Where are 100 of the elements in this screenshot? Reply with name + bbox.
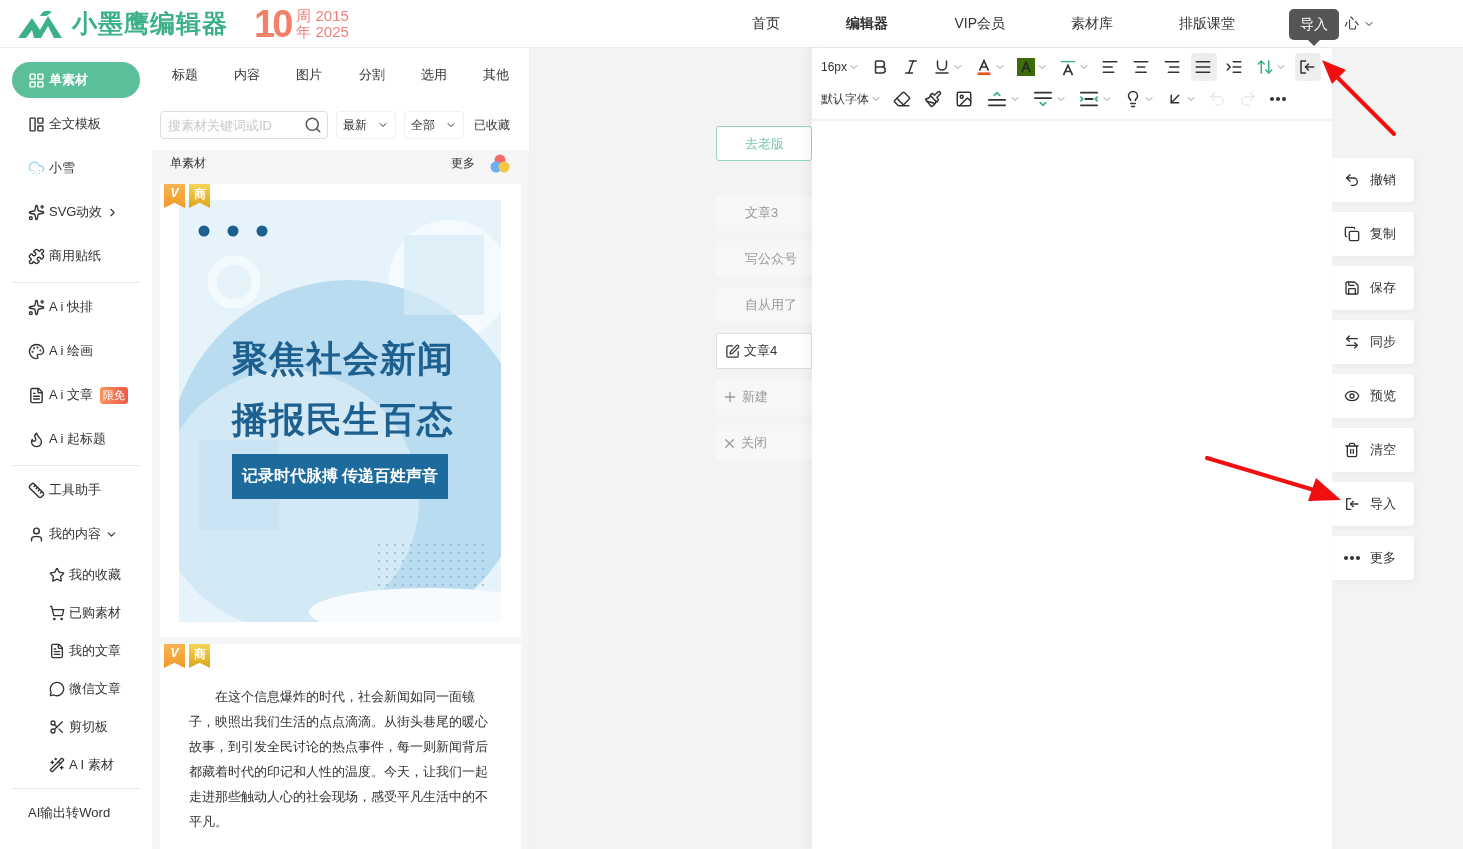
poster-headline: 播报民生百态: [232, 398, 454, 442]
material-card[interactable]: V 商 聚焦社会新闻 播报民生百态 记录时代脉搏 传递百姓声音: [160, 184, 521, 637]
sidebar-subitem[interactable]: A I 素材: [12, 746, 140, 784]
flame-icon: [28, 430, 45, 448]
ruler-icon: [28, 481, 45, 499]
user-icon: [28, 525, 45, 543]
category-tab[interactable]: 图片: [296, 66, 323, 100]
article-paragraph: 在这个信息爆炸的时代，社会新闻如同一面镜子，映照出我们生活的点点滴滴。从街头巷尾的暖心故事，到引发全民讨论的热点事件，每一则新闻背后都藏着时代的印记和人性的温度。今天，让我们一起走进那些触动人心的社会现场，感受平凡生活中的不平凡。: [189, 688, 489, 831]
sidebar-item[interactable]: AI输出转Word: [12, 791, 140, 835]
sparkle-icon: [28, 298, 45, 316]
align-center-icon: [1132, 58, 1151, 76]
import-button[interactable]: [1295, 53, 1322, 81]
poster-banner: 记录时代脉搏 传递百姓声音: [232, 454, 449, 499]
nav-link[interactable]: VIP会员: [954, 14, 1005, 33]
snow-cloud-icon: [28, 159, 45, 177]
font-size-dropdown[interactable]: 16px: [818, 53, 864, 81]
grid-icon: [28, 71, 45, 89]
import-icon: [1344, 496, 1360, 512]
ribbon-badge: 商: [189, 184, 210, 208]
sidebar-subitem[interactable]: 我的收藏: [12, 556, 140, 594]
section-title: 单素材: [170, 155, 207, 172]
favorites-link[interactable]: 已收藏: [474, 116, 510, 134]
indent-icon: [1225, 58, 1244, 76]
letter-spacing-icon: [1059, 58, 1078, 76]
swap-arrows-icon: [1344, 334, 1360, 350]
sidebar-subitem[interactable]: 剪切板: [12, 708, 140, 746]
save-icon: [1344, 280, 1360, 296]
sidebar-item[interactable]: SVG动效: [12, 190, 140, 234]
justify-icon: [1194, 58, 1213, 76]
tooltip-pointer: [1308, 40, 1320, 46]
logo-text: 小墨鹰编辑器: [72, 8, 228, 39]
trash-icon: [1344, 442, 1360, 458]
free-badge: 限免: [100, 386, 129, 404]
category-tab[interactable]: 标题: [172, 66, 198, 100]
sidebar-item[interactable]: A i 绘画: [12, 329, 140, 373]
sidebar-subitem[interactable]: 我的文章: [12, 632, 140, 670]
filter-dropdown[interactable]: 全部: [404, 111, 464, 139]
poster-headline: 聚焦社会新闻: [232, 337, 454, 381]
nav-link[interactable]: 心: [1345, 14, 1375, 33]
side-action-button[interactable]: 预览: [1332, 374, 1414, 418]
sidebar-subitem[interactable]: 已购素材: [12, 594, 140, 632]
category-tab[interactable]: 内容: [234, 66, 261, 100]
more-icon: [1344, 556, 1360, 560]
eraser-icon: [893, 90, 911, 108]
wand-icon: [49, 757, 65, 773]
side-action-button[interactable]: 复制: [1332, 212, 1414, 256]
sidebar-item[interactable]: 商用贴纸: [12, 234, 140, 278]
sidebar-item[interactable]: A i 快排: [12, 285, 140, 329]
justify-button[interactable]: [1191, 53, 1218, 81]
side-spacing-icon: [1078, 90, 1100, 108]
filter-dropdown[interactable]: 最新: [336, 111, 396, 139]
puzzle-icon: [28, 247, 45, 265]
align-right-icon: [1163, 58, 1182, 76]
side-action-button[interactable]: 撤销: [1332, 158, 1414, 202]
ribbon-badge: V: [164, 184, 185, 208]
edit-icon: [725, 343, 740, 359]
sidebar-item[interactable]: A i 起标题: [12, 417, 140, 461]
side-action-button[interactable]: 清空: [1332, 428, 1414, 472]
anniversary-text: 年 2025: [296, 23, 349, 40]
underline-icon: [933, 58, 952, 76]
ribbon-badge: 商: [189, 644, 210, 668]
side-action-button[interactable]: 更多: [1332, 536, 1414, 580]
side-action-button[interactable]: 导入: [1332, 482, 1414, 526]
more-icon: [1270, 97, 1286, 101]
image-icon: [955, 90, 973, 108]
sidebar-item[interactable]: A i 文章 限免: [12, 373, 140, 417]
font-family-dropdown[interactable]: 默认字体: [818, 85, 885, 113]
category-tab[interactable]: 其他: [482, 66, 509, 100]
document-icon: [49, 643, 65, 659]
category-tab[interactable]: 分割: [358, 66, 385, 100]
sidebar-item[interactable]: 我的内容: [12, 512, 140, 556]
nav-link[interactable]: 排版课堂: [1179, 14, 1235, 33]
color-dots-icon: [489, 152, 511, 175]
material-card[interactable]: V 商 在这个信息爆炸的时代，社会新闻如同一面镜子，映照出我们生活的点点滴滴。从街头巷尾的暖心故事，到引发全民讨论的热点事件，每一则新闻背后都藏着时代的印记和人性的温度。今天，让我们一起走进那些触动人心的社会现场，感受平凡生活中的不平凡。: [160, 644, 521, 849]
side-action-button[interactable]: 同步: [1332, 320, 1414, 364]
sidebar-item[interactable]: 小雪: [12, 146, 140, 190]
ribbon-badge: V: [164, 644, 185, 668]
eye-icon: [1344, 388, 1360, 404]
document-icon: [28, 386, 45, 404]
copy-icon: [1344, 226, 1360, 242]
scissors-icon: [49, 719, 65, 735]
anniversary-text: 周 2015: [296, 7, 349, 24]
cart-icon: [49, 605, 65, 621]
side-action-button[interactable]: 保存: [1332, 266, 1414, 310]
document-tab[interactable]: 文章4: [716, 333, 812, 369]
sidebar-item[interactable]: 全文模板: [12, 102, 140, 146]
line-height-icon: [1256, 58, 1275, 76]
import-icon: [1298, 58, 1317, 76]
more-link[interactable]: 更多: [451, 155, 475, 172]
paintbrush-icon: [924, 90, 942, 108]
sidebar-item[interactable]: 工具助手: [12, 468, 140, 512]
sidebar-subitem[interactable]: 微信文章: [12, 670, 140, 708]
align-left-icon: [1101, 58, 1120, 76]
category-tab[interactable]: 选用: [420, 66, 447, 100]
nav-link[interactable]: 编辑器: [846, 14, 889, 33]
anniversary-number: 10: [254, 4, 291, 43]
nav-link[interactable]: 首页: [752, 14, 781, 33]
palette-icon: [28, 342, 45, 360]
layout-icon: [28, 115, 45, 133]
nav-link[interactable]: 素材库: [1071, 14, 1113, 33]
